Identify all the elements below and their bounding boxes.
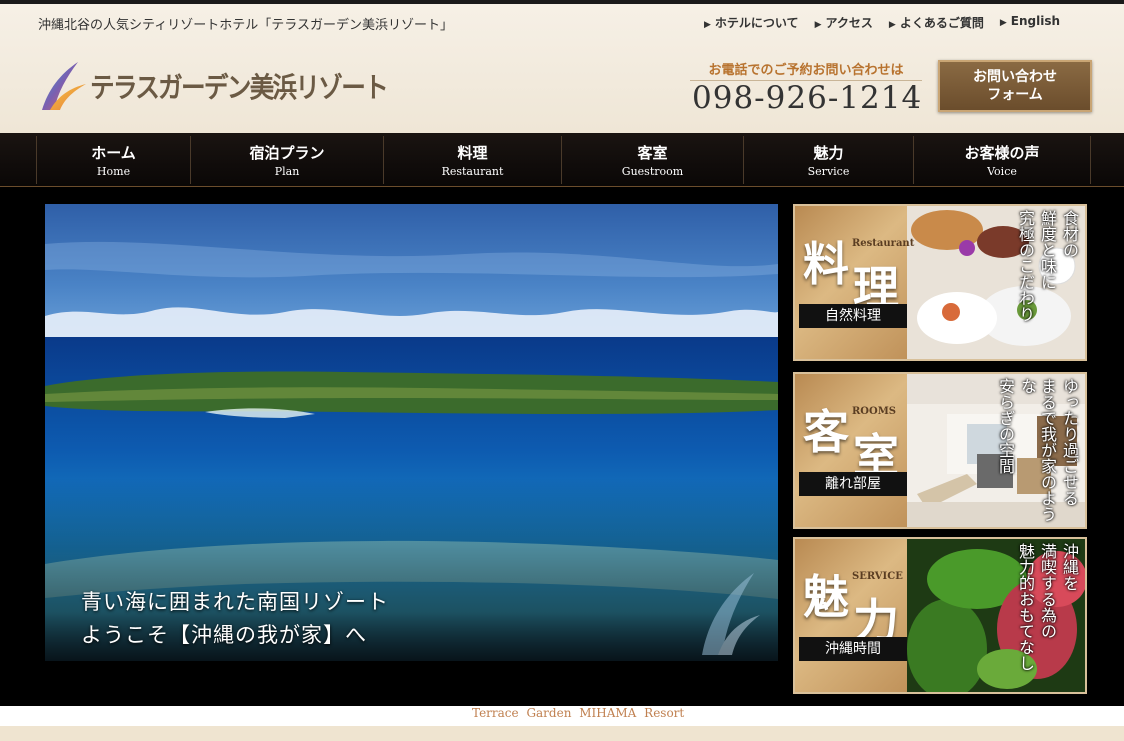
contact-label: お電話でのご予約お問い合わせは <box>690 59 922 81</box>
nav-item-restaurant[interactable]: 料理 Restaurant <box>383 136 561 184</box>
card-vertical-text: 沖縄を 満喫する為の 魅力的おもてなし <box>1016 543 1079 671</box>
utility-link-faq[interactable]: ▶ よくあるご質問 <box>889 14 984 31</box>
card-restaurant[interactable]: 料 Restaurant 理 自然料理 食材の 鮮度と味に 究極のこだわり <box>793 204 1087 361</box>
card-subtitle: 沖縄時間 <box>799 637 907 661</box>
site-logo[interactable]: テラスガーデン美浜リゾート <box>38 60 427 112</box>
nav-item-voice[interactable]: お客様の声 Voice <box>913 136 1091 184</box>
site-header: 沖縄北谷の人気シティリゾートホテル「テラスガーデン美浜リゾート」 ▶ ホテルについ… <box>0 0 1124 133</box>
triangle-icon: ▶ <box>888 20 896 30</box>
card-subtitle: 離れ部屋 <box>799 472 907 496</box>
logo-swoosh-icon <box>42 62 86 110</box>
utility-link-about[interactable]: ▶ ホテルについて <box>704 14 799 31</box>
main-nav: ホーム Home 宿泊プラン Plan 料理 Restaurant 客室 Guestro… <box>0 133 1124 187</box>
card-rooms[interactable]: 客 ROOMS 室 離れ部屋 ゆったり過ごせる まるで我が家のような 安らぎの空… <box>793 372 1087 529</box>
nav-item-plan[interactable]: 宿泊プラン Plan <box>190 136 383 184</box>
nav-item-home[interactable]: ホーム Home <box>36 136 190 184</box>
triangle-icon: ▶ <box>704 20 711 30</box>
logo-text: テラスガーデン美浜リゾート <box>90 71 389 104</box>
card-vertical-text: ゆったり過ごせる まるで我が家のような 安らぎの空間 <box>996 378 1079 522</box>
card-vertical-text: 食材の 鮮度と味に 究極のこだわり <box>1016 210 1079 322</box>
card-service[interactable]: 魅 SERVICE 力 沖縄時間 沖縄を 満喫する為の 魅力的おもてなし <box>793 537 1087 694</box>
hero-banner: 青い海に囲まれた南国リゾート ようこそ【沖縄の我が家】へ <box>45 204 778 661</box>
triangle-icon: ▶ <box>814 20 822 30</box>
contact-form-button[interactable]: お問い合わせ フォーム <box>938 60 1092 112</box>
utility-link-access[interactable]: ▶ アクセス <box>815 14 873 31</box>
card-subtitle: 自然料理 <box>799 304 907 328</box>
phone-number[interactable]: 098-926-1214 <box>692 80 922 116</box>
site-tagline: 沖縄北谷の人気シティリゾートホテル「テラスガーデン美浜リゾート」 <box>38 18 453 33</box>
footer-text: Terrace Garden MIHAMA Resort <box>472 706 685 720</box>
utility-nav: ▶ ホテルについて ▶ アクセス ▶ よくあるご質問 ▶ English <box>704 14 1060 31</box>
logo-watermark-icon <box>702 573 760 655</box>
triangle-icon: ▶ <box>999 18 1007 28</box>
nav-item-service[interactable]: 魅力 Service <box>743 136 913 184</box>
hero-caption: 青い海に囲まれた南国リゾート ようこそ【沖縄の我が家】へ <box>81 590 389 647</box>
nav-item-guestroom[interactable]: 客室 Guestroom <box>561 136 743 184</box>
utility-link-english[interactable]: ▶ English <box>1000 14 1060 31</box>
